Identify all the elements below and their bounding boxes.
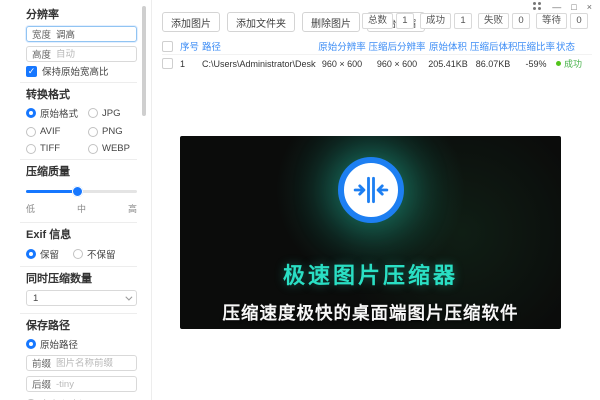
resolution-section-title: 分辨率 xyxy=(26,9,137,21)
cell-comp-size: 86.07KB xyxy=(470,59,516,69)
keep-aspect-ratio-label: 保持原始宽高比 xyxy=(42,64,109,78)
height-input[interactable] xyxy=(56,49,131,60)
header-status: 状态 xyxy=(556,39,592,53)
width-input[interactable] xyxy=(56,29,131,40)
status-counters: 总数 1 成功 1 失败 0 等待 0 xyxy=(362,13,588,29)
radio-selected-icon xyxy=(26,108,36,118)
radio-icon xyxy=(73,249,83,259)
table-row[interactable]: 1 C:\Users\Administrator\Desktop\1未标题-1.… xyxy=(162,55,592,72)
divider xyxy=(20,222,137,223)
exif-radio-group: 保留 不保留 xyxy=(26,247,137,261)
header-ratio: 压缩比率 xyxy=(516,39,556,53)
header-orig-size: 原始体积 xyxy=(426,39,470,53)
close-icon[interactable]: × xyxy=(587,2,592,12)
radio-exif-discard[interactable]: 不保留 xyxy=(73,247,116,261)
suffix-field-label: 后缀 xyxy=(32,377,51,391)
checkbox-checked-icon: ✓ xyxy=(26,66,37,77)
stat-failed: 失败 0 xyxy=(478,13,530,29)
format-section-title: 转换格式 xyxy=(26,89,137,101)
radio-icon xyxy=(88,144,98,154)
suffix-field[interactable]: 后缀 xyxy=(26,376,137,392)
radio-original-path[interactable]: 原始路径 xyxy=(26,337,137,351)
radio-icon xyxy=(26,127,36,137)
save-path-section-title: 保存路径 xyxy=(26,320,137,332)
cell-orig-res: 960 × 600 xyxy=(316,59,368,69)
format-radio-group: 原始格式 JPG AVIF PNG TIFF WEBP xyxy=(26,106,137,154)
radio-selected-icon xyxy=(26,249,36,259)
apps-grid-icon[interactable] xyxy=(533,2,536,5)
width-field-label: 宽度 xyxy=(32,27,51,41)
cell-index: 1 xyxy=(180,59,202,69)
suffix-input[interactable] xyxy=(56,379,131,390)
quality-scale: 低 中 高 xyxy=(26,202,137,215)
radio-format-jpg[interactable]: JPG xyxy=(88,106,137,120)
concurrency-value: 1 xyxy=(33,293,38,304)
row-checkbox[interactable] xyxy=(162,58,173,69)
radio-exif-keep[interactable]: 保留 xyxy=(26,247,59,261)
width-field[interactable]: 宽度 xyxy=(26,26,137,42)
radio-icon xyxy=(88,127,98,137)
preview-title: 极速图片压缩器 xyxy=(180,258,561,290)
concurrency-section-title: 同时压缩数量 xyxy=(26,273,137,285)
radio-format-original[interactable]: 原始格式 xyxy=(26,106,88,120)
cell-ratio: -59% xyxy=(516,59,556,69)
radio-icon xyxy=(26,144,36,154)
header-comp-res: 压缩后分辨率 xyxy=(368,39,426,53)
delete-images-button[interactable]: 删除图片 xyxy=(302,12,360,32)
preview-image: 极速图片压缩器 压缩速度极快的桌面端图片压缩软件 xyxy=(180,136,561,329)
settings-sidebar: 分辨率 宽度 高度 ✓ 保持原始宽高比 转换格式 原始格式 JPG xyxy=(0,0,152,400)
stat-total: 总数 1 xyxy=(362,13,414,29)
cell-path: C:\Users\Administrator\Desktop\1未标题-1.jp… xyxy=(202,57,316,70)
status-badge: 成功 xyxy=(556,57,592,70)
sidebar-scrollbar[interactable] xyxy=(142,6,146,116)
radio-format-tiff[interactable]: TIFF xyxy=(26,143,88,154)
quality-mid-label: 中 xyxy=(77,202,86,215)
keep-aspect-ratio-checkbox[interactable]: ✓ 保持原始宽高比 xyxy=(26,64,137,78)
header-orig-res: 原始分辨率 xyxy=(316,39,368,53)
stat-waiting: 等待 0 xyxy=(536,13,588,29)
header-path: 路径 xyxy=(202,39,316,53)
divider xyxy=(20,159,137,160)
slider-fill xyxy=(26,190,77,193)
header-comp-size: 压缩后体积 xyxy=(470,39,516,53)
preview-subtitle: 压缩速度极快的桌面端图片压缩软件 xyxy=(180,300,561,325)
radio-selected-icon xyxy=(26,339,36,349)
radio-format-webp[interactable]: WEBP xyxy=(88,143,137,154)
quality-slider[interactable] xyxy=(26,186,137,197)
success-dot-icon xyxy=(556,61,561,66)
divider xyxy=(20,313,137,314)
file-table: 序号 路径 原始分辨率 压缩后分辨率 原始体积 压缩后体积 压缩比率 状态 1 … xyxy=(162,38,592,72)
compress-arrows-icon xyxy=(351,170,391,210)
divider xyxy=(20,266,137,267)
concurrency-select[interactable]: 1 xyxy=(26,290,137,306)
prefix-input[interactable] xyxy=(56,358,131,369)
maximize-icon[interactable]: □ xyxy=(571,2,576,12)
radio-format-avif[interactable]: AVIF xyxy=(26,126,88,137)
quality-low-label: 低 xyxy=(26,202,35,215)
table-header-row: 序号 路径 原始分辨率 压缩后分辨率 原始体积 压缩后体积 压缩比率 状态 xyxy=(162,38,592,55)
quality-section-title: 压缩质量 xyxy=(26,166,137,178)
radio-format-png[interactable]: PNG xyxy=(88,126,137,137)
window-controls: — □ × xyxy=(533,2,592,12)
header-index: 序号 xyxy=(180,39,202,53)
cell-orig-size: 205.41KB xyxy=(426,59,470,69)
add-images-button[interactable]: 添加图片 xyxy=(162,12,220,32)
prefix-field[interactable]: 前缀 xyxy=(26,355,137,371)
exif-section-title: Exif 信息 xyxy=(26,229,137,241)
divider xyxy=(20,82,137,83)
chevron-down-icon xyxy=(125,293,132,300)
select-all-checkbox[interactable] xyxy=(162,41,173,52)
cell-comp-res: 960 × 600 xyxy=(368,59,426,69)
radio-icon xyxy=(88,108,98,118)
slider-thumb[interactable] xyxy=(72,186,83,197)
app-window: 分辨率 宽度 高度 ✓ 保持原始宽高比 转换格式 原始格式 JPG xyxy=(0,0,600,400)
height-field-label: 高度 xyxy=(32,47,51,61)
app-logo xyxy=(338,157,404,223)
prefix-field-label: 前缀 xyxy=(32,356,51,370)
quality-high-label: 高 xyxy=(128,202,137,215)
add-folder-button[interactable]: 添加文件夹 xyxy=(227,12,295,32)
minimize-icon[interactable]: — xyxy=(552,2,561,12)
stat-success: 成功 1 xyxy=(420,13,472,29)
height-field[interactable]: 高度 xyxy=(26,46,137,62)
